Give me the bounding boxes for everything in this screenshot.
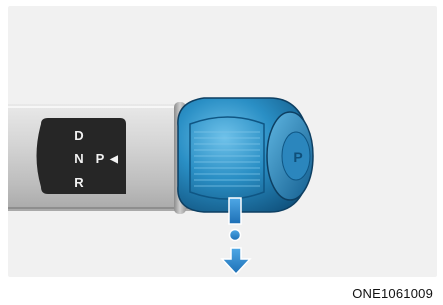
park-button-symbol: P (293, 149, 302, 165)
park-button-icon: P (266, 111, 314, 201)
indicator-letter-n: N (74, 151, 83, 166)
indicator-letter-p: P (96, 151, 105, 166)
gear-selector-illustration: D N P ◀ R P (8, 97, 314, 276)
indicator-letter-r: R (74, 175, 84, 190)
indicator-letter-d: D (74, 128, 83, 143)
indicator-active-marker: ◀ (109, 154, 118, 165)
figure-caption: ONE1061009 (352, 286, 433, 301)
gear-indicator-panel: D N P ◀ R (36, 118, 126, 194)
